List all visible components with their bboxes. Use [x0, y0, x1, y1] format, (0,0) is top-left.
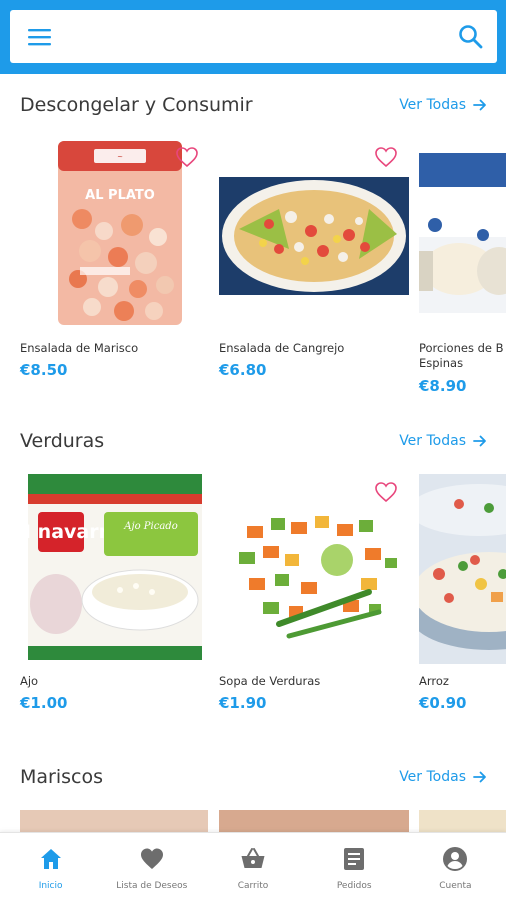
section-mariscos: Mariscos Ver Todas: [0, 766, 506, 832]
pack-label-text: Ajo Picado: [123, 521, 177, 532]
search-icon[interactable]: [457, 23, 485, 51]
nav-label: Lista de Deseos: [116, 881, 188, 891]
nav-label: Pedidos: [336, 881, 372, 891]
nav-label: Inicio: [38, 881, 63, 891]
nav-label: Cuenta: [439, 881, 472, 891]
nav-account[interactable]: Cuenta: [405, 833, 506, 900]
pack-label-text: AL PLATO: [85, 188, 155, 203]
product-name: Arroz: [419, 674, 449, 688]
section-descongelar: Descongelar y Consumir Ver Todas ~ AL PL…: [0, 94, 506, 424]
see-all-link[interactable]: Ver Todas: [399, 769, 488, 785]
see-all-label: Ver Todas: [399, 433, 466, 449]
search-input[interactable]: [68, 20, 428, 53]
product-image[interactable]: [419, 810, 506, 832]
favorite-heart-icon[interactable]: [374, 146, 398, 168]
product-name: Sopa de Verduras: [219, 674, 321, 688]
product-price: €8.50: [20, 361, 68, 379]
search-bar[interactable]: [10, 10, 497, 63]
product-price: €6.80: [219, 361, 267, 379]
home-icon: [40, 849, 61, 869]
product-name: Ajo: [20, 674, 39, 688]
see-all-label: Ver Todas: [399, 769, 466, 785]
orders-icon: [344, 848, 365, 870]
favorite-heart-icon[interactable]: [374, 481, 398, 503]
arrow-right-icon: [473, 99, 486, 111]
favorite-heart-icon[interactable]: [175, 146, 199, 168]
basket-icon: [241, 848, 265, 868]
section-verduras: Verduras Ver Todas CN navarra Ajo Picado: [0, 430, 506, 760]
home-feed[interactable]: Descongelar y Consumir Ver Todas ~ AL PL…: [0, 74, 506, 832]
product-image[interactable]: [419, 139, 506, 329]
product-image[interactable]: CN navarra Ajo Picado: [20, 474, 210, 664]
nav-home[interactable]: Inicio: [0, 833, 101, 900]
product-price: €1.00: [20, 694, 68, 712]
arrow-right-icon: [473, 435, 486, 447]
arrow-right-icon: [473, 771, 486, 783]
nav-wishlist[interactable]: Lista de Deseos: [101, 833, 202, 900]
product-name: Ensalada de Marisco: [20, 341, 139, 355]
product-image[interactable]: [20, 810, 208, 832]
product-name: Ensalada de Cangrejo: [219, 341, 345, 355]
top-app-bar: [0, 0, 506, 74]
nav-cart[interactable]: Carrito: [202, 833, 303, 900]
product-price: €0.90: [419, 694, 467, 712]
product-price: €8.90: [419, 377, 467, 395]
section-title: Verduras: [20, 430, 105, 452]
bottom-navigation: Inicio Lista de Deseos Carrito Pedidos C…: [0, 832, 506, 900]
section-title: Descongelar y Consumir: [20, 94, 253, 116]
section-title: Mariscos: [20, 766, 103, 788]
product-image[interactable]: [219, 810, 409, 832]
product-image[interactable]: [419, 474, 506, 664]
svg-text:~: ~: [117, 153, 123, 161]
nav-label: Carrito: [237, 881, 269, 891]
product-price: €1.90: [219, 694, 267, 712]
see-all-label: Ver Todas: [399, 97, 466, 113]
see-all-link[interactable]: Ver Todas: [399, 433, 488, 449]
nav-orders[interactable]: Pedidos: [304, 833, 405, 900]
see-all-link[interactable]: Ver Todas: [399, 97, 488, 113]
heart-icon: [140, 848, 163, 869]
menu-icon[interactable]: [26, 27, 54, 47]
product-name: Porciones de B Espinas: [419, 341, 504, 370]
account-icon: [443, 847, 468, 871]
